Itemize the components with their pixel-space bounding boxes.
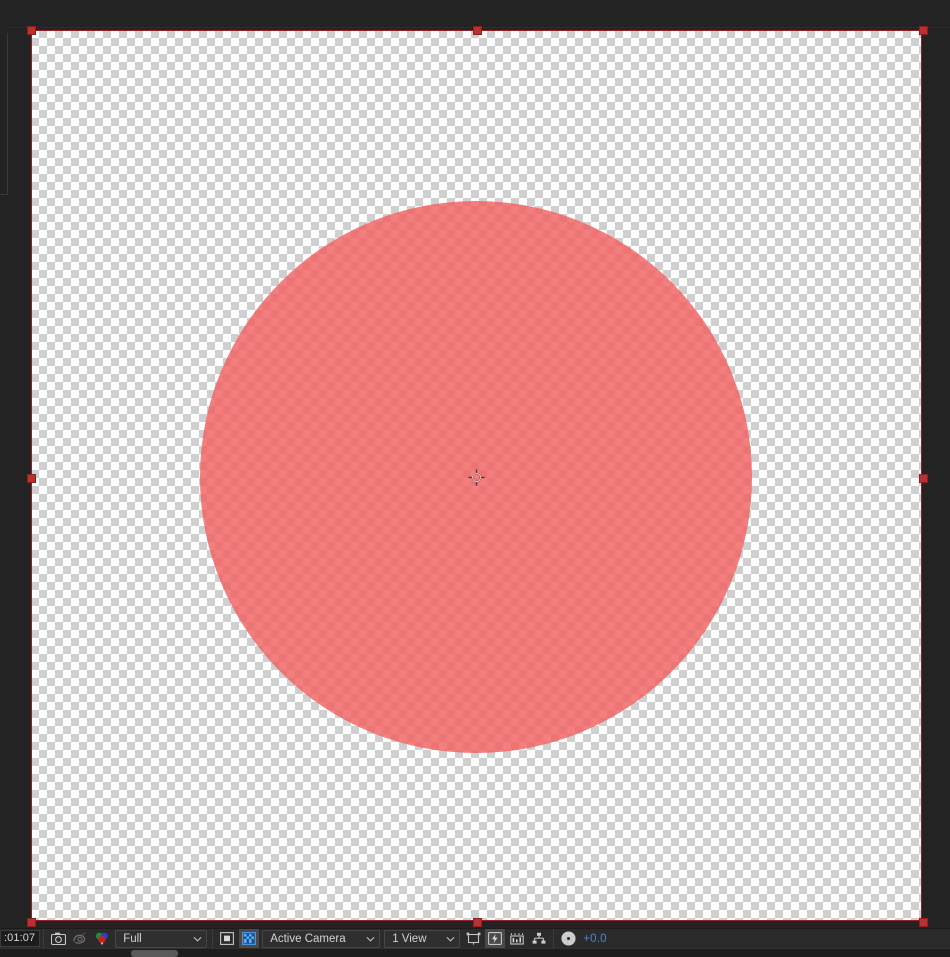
toolbar-separator <box>212 928 214 949</box>
current-time-field[interactable]: :01:07 <box>0 930 41 947</box>
composition-viewer-panel: :01:07 Full Active Camera 1 View +0.0 <box>0 0 950 957</box>
viewer-bottom-toolbar: :01:07 Full Active Camera 1 View +0.0 <box>0 928 950 949</box>
show-channel-icon[interactable] <box>92 929 112 948</box>
view-layout-dropdown[interactable]: 1 View <box>384 929 461 948</box>
chevron-down-icon <box>446 936 455 942</box>
panel-divider-horizontal <box>0 194 8 195</box>
composition-canvas[interactable] <box>31 30 922 921</box>
camera-view-dropdown-label: Active Camera <box>270 932 346 945</box>
exposure-value[interactable]: +0.0 <box>583 933 607 945</box>
toolbar-separator <box>43 928 45 949</box>
fast-previews-icon[interactable] <box>485 929 506 948</box>
chevron-down-icon <box>193 936 202 942</box>
camera-view-dropdown[interactable]: Active Camera <box>262 929 381 948</box>
left-panel-gutter <box>0 0 9 928</box>
show-snapshot-icon[interactable] <box>70 929 90 948</box>
toolbar-separator <box>553 928 555 949</box>
take-snapshot-icon[interactable] <box>48 929 68 948</box>
view-layout-dropdown-label: 1 View <box>392 932 427 945</box>
viewer-stage[interactable] <box>0 0 950 928</box>
panel-divider-vertical <box>7 33 8 195</box>
comp-flowchart-icon[interactable] <box>529 929 549 948</box>
resolution-dropdown[interactable]: Full <box>115 929 208 948</box>
pixel-aspect-ratio-icon[interactable] <box>463 929 483 948</box>
show-timeline-icon[interactable] <box>507 929 527 948</box>
horizontal-scrollbar-track[interactable] <box>0 948 950 957</box>
stage-top-divider <box>0 27 950 28</box>
chevron-down-icon <box>366 936 375 942</box>
horizontal-scrollbar-thumb[interactable] <box>131 950 178 957</box>
resolution-dropdown-label: Full <box>123 932 142 945</box>
reset-exposure-icon[interactable] <box>558 929 578 948</box>
transparency-grid-toggle-icon[interactable] <box>239 929 260 948</box>
region-of-interest-icon[interactable] <box>217 929 237 948</box>
ellipse-shape-layer[interactable] <box>200 201 752 753</box>
